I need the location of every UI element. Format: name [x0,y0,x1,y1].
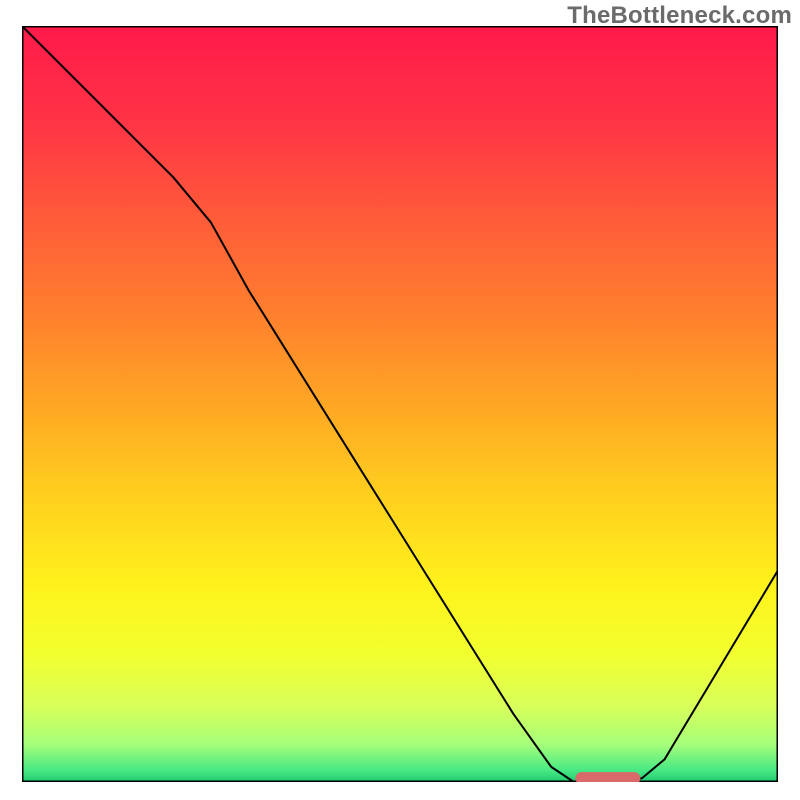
watermark-text: TheBottleneck.com [567,2,792,30]
plot-area [22,26,778,782]
chart-container: TheBottleneck.com [0,0,800,800]
chart-svg [22,26,778,782]
